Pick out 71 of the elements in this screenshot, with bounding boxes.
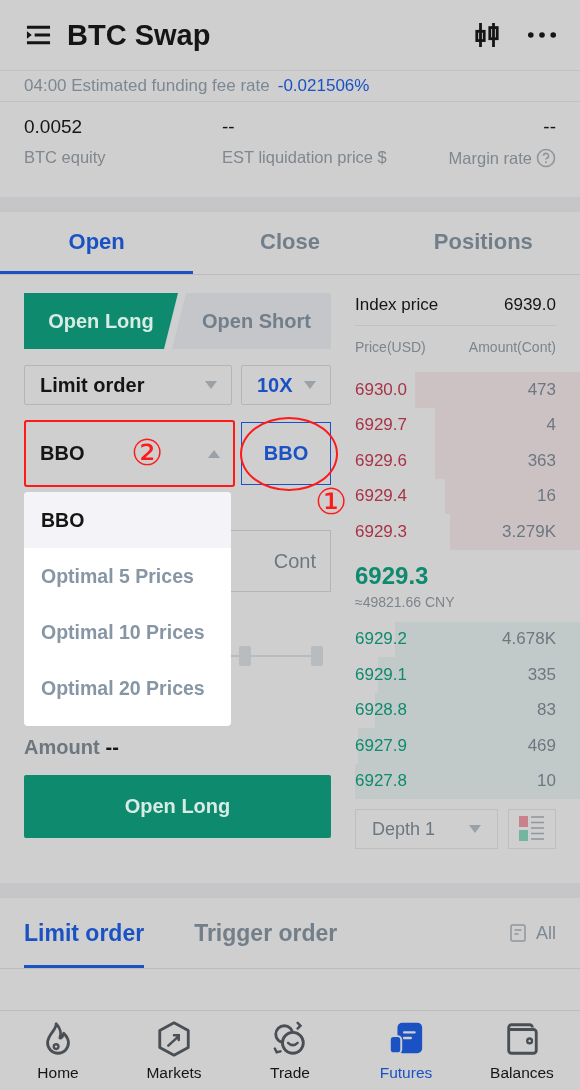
stat-label: Margin rate <box>448 148 532 168</box>
ask-amount: 473 <box>527 379 556 400</box>
nav-tab[interactable]: Trade <box>232 1011 348 1090</box>
nav-tab[interactable]: Balances <box>464 1011 580 1090</box>
ask-amount: 3.279K <box>502 521 556 542</box>
column-header: Price(USD) <box>355 339 426 355</box>
bid-amount: 10 <box>537 771 556 792</box>
menu-icon[interactable] <box>26 25 51 45</box>
bid-amount: 4.678K <box>502 629 556 650</box>
leverage-select[interactable]: 10X <box>241 365 331 405</box>
caret-icon <box>208 449 220 458</box>
menu-item[interactable]: Optimal 5 Prices <box>24 548 231 604</box>
page-title: BTC Swap <box>67 18 211 52</box>
column-header: Amount(Cont) <box>468 339 556 355</box>
index-price: 6939.0 <box>504 295 556 315</box>
bbo-button[interactable]: BBO <box>241 422 331 485</box>
caret-icon <box>205 381 217 389</box>
caret-icon <box>304 381 316 389</box>
amount-label: Amount <box>24 736 100 759</box>
stat-value: -- <box>543 116 556 138</box>
all-orders-link[interactable]: All <box>510 898 556 968</box>
tab[interactable]: Positions <box>386 212 580 274</box>
more-icon[interactable] <box>528 32 556 38</box>
nav-tab[interactable]: Home <box>0 1011 116 1090</box>
ask-price: 6929.3 <box>355 521 407 542</box>
order-book-layout-icon <box>519 816 545 842</box>
side-toggle-button[interactable]: Open Short <box>172 293 331 349</box>
bid-amount: 83 <box>537 700 556 721</box>
last-price-cny: ≈49821.66 CNY <box>355 593 456 610</box>
ask-price: 6929.6 <box>355 450 407 471</box>
bid-price: 6929.2 <box>355 629 407 650</box>
ask-price: 6929.7 <box>355 415 407 436</box>
tab[interactable]: Close <box>193 212 387 274</box>
bid-price: 6927.9 <box>355 735 407 756</box>
nav-tab[interactable]: Markets <box>116 1011 232 1090</box>
menu-item[interactable]: BBO <box>24 492 231 548</box>
bid-price: 6928.8 <box>355 700 407 721</box>
bid-amount: 335 <box>527 664 556 685</box>
annotation-number: ① <box>315 482 348 522</box>
ask-amount: 4 <box>546 415 556 436</box>
tab[interactable]: Open <box>0 212 194 274</box>
bid-amount: 469 <box>527 735 556 756</box>
side-toggle-button[interactable]: Open Long <box>24 293 178 349</box>
bid-price: 6929.1 <box>355 664 407 685</box>
stat-label: EST liquidation price $ <box>222 148 387 167</box>
menu-item[interactable]: Optimal 20 Prices <box>24 660 231 716</box>
order-tab[interactable]: Trigger order <box>194 898 338 968</box>
menu-item[interactable]: Optimal 10 Prices <box>24 604 231 660</box>
last-price: 6929.3 <box>355 561 430 590</box>
ask-amount: 363 <box>527 450 556 471</box>
annotation-number: ② <box>131 433 164 473</box>
candlestick-icon[interactable] <box>474 20 500 50</box>
stat-value: 0.0052 <box>24 116 84 138</box>
funding-rate: -0.021506% <box>277 76 370 96</box>
ask-price: 6930.0 <box>355 379 407 400</box>
order-tab[interactable]: Limit order <box>24 898 145 968</box>
depth-select[interactable]: Depth 1 <box>355 809 498 849</box>
caret-icon <box>469 825 481 833</box>
bid-price: 6927.8 <box>355 771 407 792</box>
open-long-button[interactable]: Open Long <box>24 775 331 838</box>
stat-value: -- <box>222 116 236 138</box>
nav-tab[interactable]: Futures <box>348 1011 464 1090</box>
index-label: Index price <box>355 295 439 315</box>
document-icon <box>510 924 526 942</box>
order-type-select[interactable]: Limit order <box>24 365 232 405</box>
funding-label: 04:00 Estimated funding fee rate <box>24 76 270 96</box>
amount-value: -- <box>105 736 119 759</box>
ask-price: 6929.4 <box>355 486 407 507</box>
ask-amount: 16 <box>537 486 556 507</box>
stat-label: BTC equity <box>24 148 106 167</box>
hexagon-arrow-icon <box>155 1020 193 1058</box>
